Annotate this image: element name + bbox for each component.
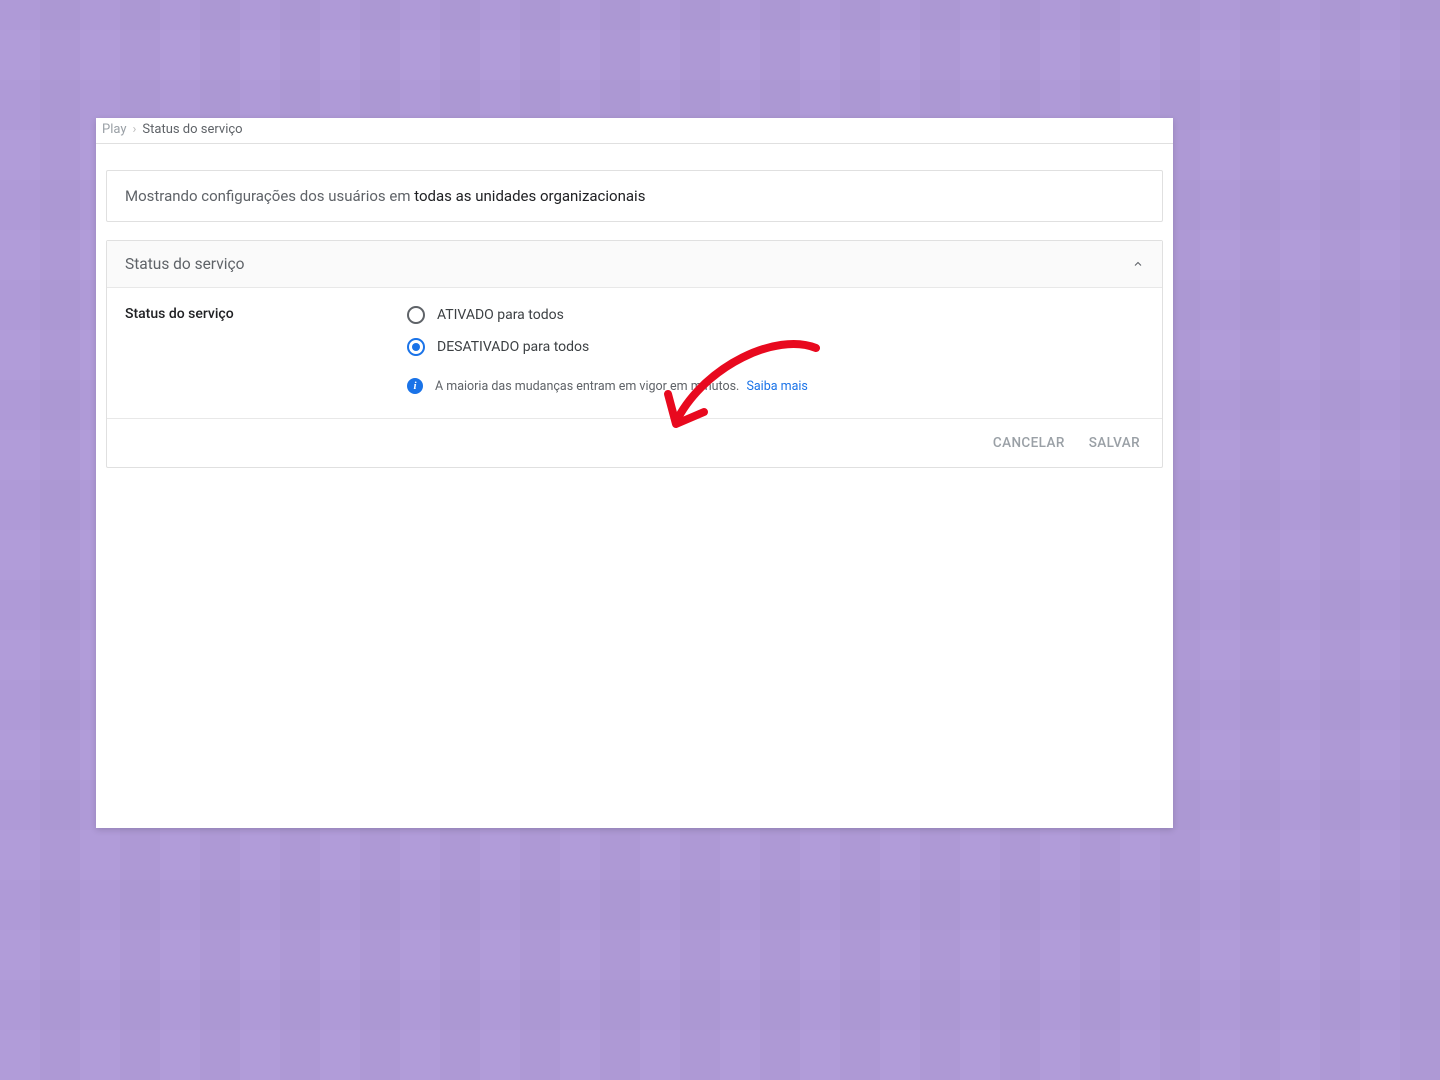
info-icon: i — [407, 378, 423, 394]
radio-group: ATIVADO para todos DESATIVADO para todos… — [407, 306, 1144, 394]
cancel-button[interactable]: CANCELAR — [993, 435, 1065, 451]
scope-bar: Mostrando configurações dos usuários em … — [106, 170, 1163, 222]
info-text-content: A maioria das mudanças entram em vigor e… — [435, 379, 739, 394]
scope-org-unit: todas as unidades organizacionais — [414, 187, 645, 205]
save-button[interactable]: SALVAR — [1089, 435, 1140, 451]
card-footer: CANCELAR SALVAR — [107, 419, 1162, 467]
chevron-up-icon — [1132, 258, 1144, 270]
learn-more-link[interactable]: Saiba mais — [746, 379, 807, 394]
radio-option-on[interactable]: ATIVADO para todos — [407, 306, 1144, 324]
card-header-title: Status do serviço — [125, 255, 244, 273]
setting-row-label: Status do serviço — [125, 306, 407, 394]
breadcrumb: Play › Status do serviço — [96, 118, 1173, 144]
radio-icon-checked — [407, 338, 425, 356]
breadcrumb-prev[interactable]: Play — [102, 122, 127, 137]
service-status-card: Status do serviço Status do serviço ATIV… — [106, 240, 1163, 468]
chevron-right-icon: › — [133, 122, 137, 137]
radio-icon-unchecked — [407, 306, 425, 324]
info-text: A maioria das mudanças entram em vigor e… — [435, 379, 808, 394]
info-row: i A maioria das mudanças entram em vigor… — [407, 378, 1144, 394]
radio-option-off[interactable]: DESATIVADO para todos — [407, 338, 1144, 356]
radio-label: ATIVADO para todos — [437, 307, 564, 323]
admin-settings-panel: Play › Status do serviço Mostrando confi… — [96, 118, 1173, 828]
breadcrumb-current: Status do serviço — [142, 122, 242, 137]
scope-prefix: Mostrando configurações dos usuários em — [125, 187, 414, 205]
card-header[interactable]: Status do serviço — [107, 241, 1162, 288]
radio-label: DESATIVADO para todos — [437, 339, 589, 355]
card-body: Status do serviço ATIVADO para todos DES… — [107, 288, 1162, 419]
